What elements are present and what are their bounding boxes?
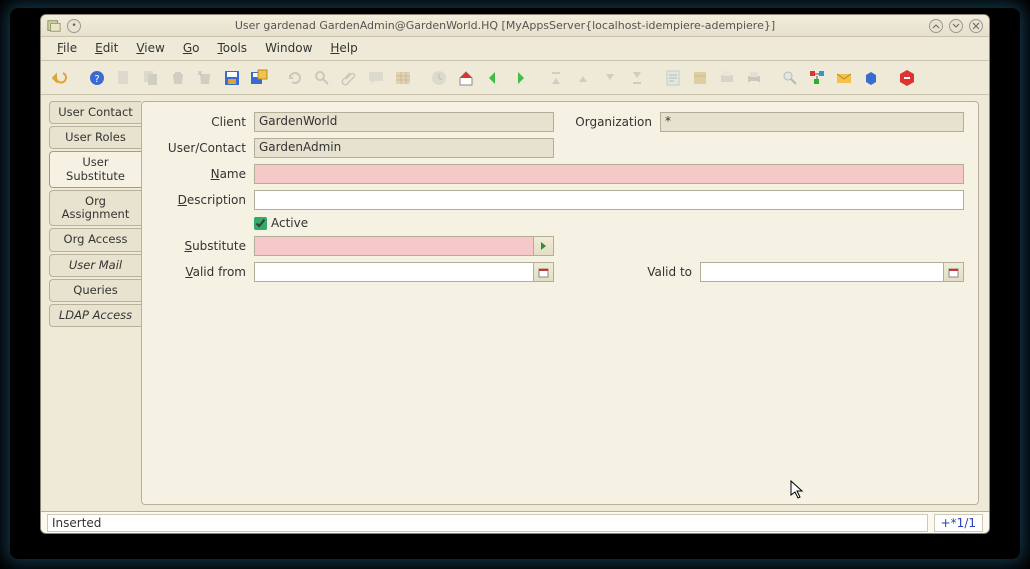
- tab-user-contact[interactable]: User Contact: [49, 101, 141, 124]
- archive-icon[interactable]: [688, 66, 712, 90]
- status-record-count: +*1/1: [934, 514, 983, 532]
- refresh-icon[interactable]: [283, 66, 307, 90]
- product-info-icon[interactable]: [859, 66, 883, 90]
- prev-record-icon[interactable]: [571, 66, 595, 90]
- tab-ldap-access[interactable]: LDAP Access: [49, 304, 141, 327]
- field-valid-to[interactable]: [700, 262, 964, 282]
- attachment-icon[interactable]: [337, 66, 361, 90]
- nav-back-icon[interactable]: [481, 66, 505, 90]
- tab-org-assignment[interactable]: Org Assignment: [49, 190, 141, 226]
- minimize-button[interactable]: [929, 19, 943, 33]
- save-icon[interactable]: [220, 66, 244, 90]
- form-panel: Client GardenWorld Organization * User/C…: [141, 101, 979, 505]
- tab-org-access[interactable]: Org Access: [49, 228, 141, 251]
- substitute-picker-icon[interactable]: [533, 237, 553, 255]
- valid-from-calendar-icon[interactable]: [533, 263, 553, 281]
- zoom-across-icon[interactable]: [778, 66, 802, 90]
- field-user-contact: GardenAdmin: [254, 138, 554, 158]
- print-icon[interactable]: [742, 66, 766, 90]
- app-window: • User gardenad GardenAdmin@GardenWorld.…: [40, 14, 990, 534]
- label-active: Active: [271, 216, 308, 230]
- checkbox-active-input[interactable]: [254, 217, 267, 230]
- home-icon[interactable]: [454, 66, 478, 90]
- statusbar: Inserted +*1/1: [41, 511, 989, 533]
- label-name: Name: [156, 167, 246, 181]
- field-organization: *: [660, 112, 964, 132]
- field-description[interactable]: [254, 190, 964, 210]
- print-preview-icon[interactable]: [715, 66, 739, 90]
- tab-user-mail[interactable]: User Mail: [49, 254, 141, 277]
- undo-icon[interactable]: [49, 66, 73, 90]
- tab-user-substitute[interactable]: User Substitute: [49, 151, 141, 187]
- next-record-icon[interactable]: [598, 66, 622, 90]
- menu-view[interactable]: View: [128, 37, 172, 60]
- copy-icon[interactable]: [139, 66, 163, 90]
- close-button[interactable]: [969, 19, 983, 33]
- menu-edit[interactable]: Edit: [87, 37, 126, 60]
- workflow-icon[interactable]: [805, 66, 829, 90]
- window-menu-icon[interactable]: •: [67, 19, 81, 33]
- menubar: File Edit View Go Tools Window Help: [41, 37, 989, 61]
- window-title: User gardenad GardenAdmin@GardenWorld.HQ…: [87, 19, 923, 32]
- menu-tools[interactable]: Tools: [209, 37, 255, 60]
- report-icon[interactable]: [661, 66, 685, 90]
- field-substitute[interactable]: [254, 236, 554, 256]
- tab-queries[interactable]: Queries: [49, 279, 141, 302]
- delete-selection-icon[interactable]: [193, 66, 217, 90]
- label-client: Client: [156, 115, 246, 129]
- new-icon[interactable]: [112, 66, 136, 90]
- status-message: Inserted: [47, 514, 928, 532]
- titlebar: • User gardenad GardenAdmin@GardenWorld.…: [41, 15, 989, 37]
- delete-icon[interactable]: [166, 66, 190, 90]
- label-description: Description: [156, 193, 246, 207]
- side-tabs: User Contact User Roles User Substitute …: [41, 95, 141, 511]
- menu-go[interactable]: Go: [175, 37, 208, 60]
- field-valid-from[interactable]: [254, 262, 554, 282]
- grid-toggle-icon[interactable]: [391, 66, 415, 90]
- history-icon[interactable]: [427, 66, 451, 90]
- label-organization: Organization: [562, 115, 652, 129]
- label-valid-from: Valid from: [156, 265, 246, 279]
- last-record-icon[interactable]: [625, 66, 649, 90]
- nav-forward-icon[interactable]: [508, 66, 532, 90]
- svg-text:?: ?: [94, 74, 99, 85]
- toolbar: ?: [41, 61, 989, 95]
- first-record-icon[interactable]: [544, 66, 568, 90]
- field-name[interactable]: [254, 164, 964, 184]
- tab-user-roles[interactable]: User Roles: [49, 126, 141, 149]
- menu-file[interactable]: File: [49, 37, 85, 60]
- end-icon[interactable]: [895, 66, 919, 90]
- menu-help[interactable]: Help: [322, 37, 365, 60]
- help-icon[interactable]: ?: [85, 66, 109, 90]
- label-substitute: Substitute: [156, 239, 246, 253]
- label-user-contact: User/Contact: [156, 141, 246, 155]
- find-icon[interactable]: [310, 66, 334, 90]
- request-icon[interactable]: [832, 66, 856, 90]
- label-valid-to: Valid to: [562, 265, 692, 279]
- field-client: GardenWorld: [254, 112, 554, 132]
- maximize-button[interactable]: [949, 19, 963, 33]
- valid-to-calendar-icon[interactable]: [943, 263, 963, 281]
- save-new-icon[interactable]: [247, 66, 271, 90]
- menu-window[interactable]: Window: [257, 37, 320, 60]
- chat-icon[interactable]: [364, 66, 388, 90]
- checkbox-active[interactable]: Active: [254, 216, 308, 230]
- app-icon: [47, 19, 61, 33]
